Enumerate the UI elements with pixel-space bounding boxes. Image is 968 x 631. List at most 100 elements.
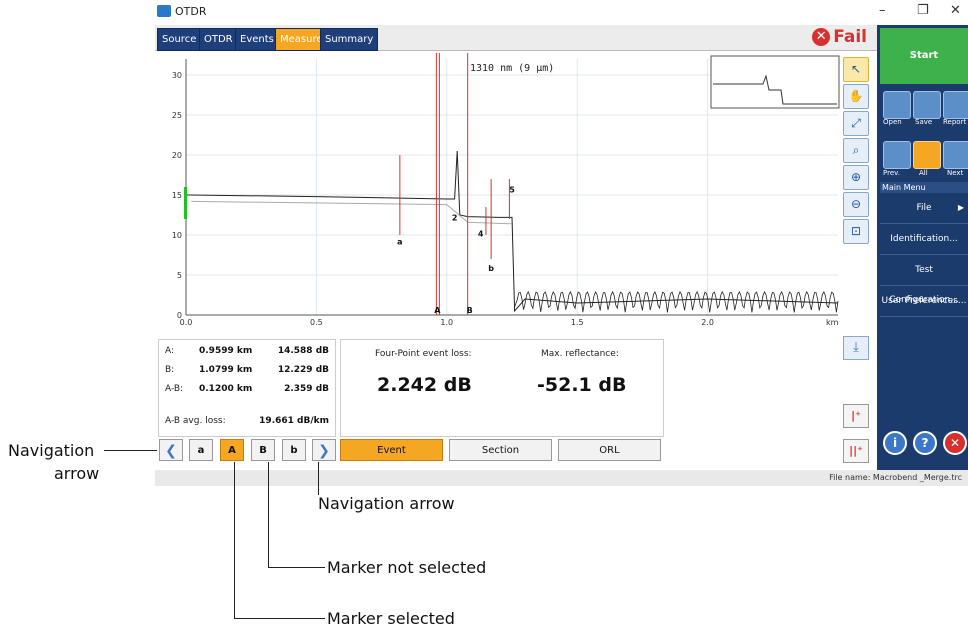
- tab-source[interactable]: Source: [157, 28, 202, 51]
- prev-trace-icon[interactable]: [883, 141, 911, 169]
- x-unit-label: km: [826, 318, 839, 327]
- marker-b-distance: 1.0799 km: [199, 365, 253, 375]
- y-tick-label: 15: [172, 191, 182, 200]
- add-marker-icon[interactable]: |⁺: [843, 404, 869, 428]
- annotation-line: [268, 567, 325, 568]
- nav-prev-arrow[interactable]: ❮: [159, 439, 183, 461]
- x-tick-label: 1.0: [440, 318, 453, 327]
- help-icon[interactable]: ?: [913, 431, 937, 455]
- marker-ab-label: A-B:: [165, 384, 184, 394]
- annotation-not-selected: Marker not selected: [327, 558, 487, 577]
- minimize-button[interactable]: –: [879, 3, 886, 18]
- y-tick-label: 30: [172, 71, 182, 80]
- all-traces-icon[interactable]: [913, 141, 941, 169]
- window-title: OTDR: [175, 5, 207, 18]
- event-number-label: 4: [478, 230, 484, 239]
- zoom-window-icon[interactable]: ⌕: [843, 138, 869, 163]
- menu-item-identification[interactable]: Identification...: [880, 224, 968, 255]
- main-menu-title: Main Menu: [880, 182, 968, 193]
- launch-indicator: [184, 187, 187, 219]
- fail-status: ✕ Fail: [812, 27, 867, 47]
- start-button[interactable]: Start: [880, 28, 968, 84]
- pan-tool-icon[interactable]: ✋: [843, 84, 869, 109]
- event-result-panel: Four-Point event loss: Max. reflectance:…: [340, 339, 664, 437]
- open-icon[interactable]: [883, 91, 911, 119]
- tab-otdr[interactable]: OTDR: [199, 28, 238, 51]
- x-tick-label: 1.5: [571, 318, 584, 327]
- annotation-line: [318, 462, 319, 495]
- prev-label: Prev.: [883, 169, 900, 177]
- annotation-line: [268, 462, 269, 568]
- y-tick-label: 25: [172, 111, 182, 120]
- annotation-nav-right: Navigation arrow: [318, 494, 455, 513]
- add-double-marker-icon[interactable]: ||⁺: [843, 439, 869, 463]
- trace-plot[interactable]: 0510152025300.0 0.5 1.0 1.5 2.0 km1310 nm (9 …: [158, 51, 842, 336]
- annotation-nav-left-line1: Navigation: [8, 441, 95, 460]
- zoom-out-icon[interactable]: ⊖: [843, 192, 869, 217]
- tab-bar: Source OTDR Events Measure Summary ✕ Fail: [155, 25, 877, 51]
- save-icon[interactable]: [913, 91, 941, 119]
- x-tick-label: 2.0: [701, 318, 714, 327]
- marker-A-label: A: [434, 306, 441, 315]
- marker-a-label: A:: [165, 346, 175, 356]
- file-name: File name: Macrobend _Merge.trc: [829, 473, 962, 482]
- full-view-icon[interactable]: ⊡: [843, 219, 869, 244]
- menu-item-user-preferences[interactable]: User Preferences...: [880, 286, 968, 317]
- event-number-label: 5: [509, 186, 515, 195]
- avg-loss-value: 19.661 dB/km: [259, 416, 329, 426]
- nav-next-arrow[interactable]: ❯: [312, 439, 336, 461]
- annotation-line: [234, 462, 235, 619]
- close-button[interactable]: ✕: [950, 3, 961, 18]
- graph-toolbar: ↖ ✋ ⤢ ⌕ ⊕ ⊖ ⊡: [843, 57, 871, 246]
- side-panel: Start Open Save Report Prev. All Next Ma…: [877, 25, 968, 486]
- event-number-label: 2: [452, 214, 458, 223]
- zoom-reset-icon[interactable]: ⤢: [843, 111, 869, 136]
- overview-thumbnail: [710, 55, 840, 109]
- pointer-tool-icon[interactable]: ↖: [843, 57, 869, 82]
- marker-b-lower-button[interactable]: b: [282, 439, 306, 461]
- marker-A-button[interactable]: A: [220, 439, 244, 461]
- info-icon[interactable]: i: [883, 431, 907, 455]
- tab-summary[interactable]: Summary: [320, 28, 379, 51]
- reflectance-value: -52.1 dB: [537, 374, 627, 396]
- trace-line: [186, 150, 839, 313]
- app-icon: [157, 5, 171, 17]
- next-label: Next: [947, 169, 964, 177]
- otdr-graph[interactable]: 0 5 10 15 20 25 30 0.0 0.5 1.0 1.5 2.0 km 1310 nm (9 …: [158, 51, 842, 336]
- open-label: Open: [883, 118, 902, 126]
- next-trace-icon[interactable]: [943, 141, 968, 169]
- marker-a-label: a: [397, 238, 402, 247]
- annotation-nav-left-line2: arrow: [54, 464, 100, 483]
- loss-label: Four-Point event loss:: [375, 349, 472, 359]
- report-icon[interactable]: [943, 91, 968, 119]
- tab-events[interactable]: Events: [235, 28, 279, 51]
- section-mode-button[interactable]: Section: [449, 439, 552, 461]
- menu-item-test-configuration[interactable]: Test Configuration...: [880, 255, 968, 305]
- export-down-icon[interactable]: ⤓: [843, 336, 869, 360]
- report-label: Report: [943, 118, 967, 126]
- marker-a-lower-button[interactable]: a: [189, 439, 213, 461]
- event-mode-button[interactable]: Event: [340, 439, 443, 461]
- marker-B-button[interactable]: B: [251, 439, 275, 461]
- main-menu: Main Menu File ▶ Identification... Test …: [880, 182, 968, 317]
- marker-ab-distance: 0.1200 km: [199, 384, 253, 394]
- fail-label: Fail: [833, 27, 867, 47]
- exit-icon[interactable]: ✕: [943, 431, 967, 455]
- annotation-line: [234, 618, 325, 619]
- y-tick-label: 10: [172, 231, 182, 240]
- orl-mode-button[interactable]: ORL: [558, 439, 661, 461]
- annotation-selected: Marker selected: [327, 609, 455, 628]
- restore-button[interactable]: ❐: [917, 3, 929, 18]
- wavelength-label: 1310 nm (9 µm): [470, 63, 554, 74]
- loss-value: 2.242 dB: [377, 374, 472, 396]
- reference-trace: [191, 200, 513, 225]
- marker-a-distance: 0.9599 km: [199, 346, 253, 356]
- zoom-in-icon[interactable]: ⊕: [843, 165, 869, 190]
- x-tick-label: 0.0: [180, 318, 193, 327]
- menu-item-file[interactable]: File ▶: [880, 193, 968, 224]
- status-bar: File name: Macrobend _Merge.trc: [155, 470, 968, 486]
- y-tick-label: 5: [177, 271, 182, 280]
- marker-a-value: 14.588 dB: [277, 346, 329, 356]
- fail-icon: ✕: [812, 28, 831, 46]
- submenu-arrow-icon: ▶: [957, 203, 964, 212]
